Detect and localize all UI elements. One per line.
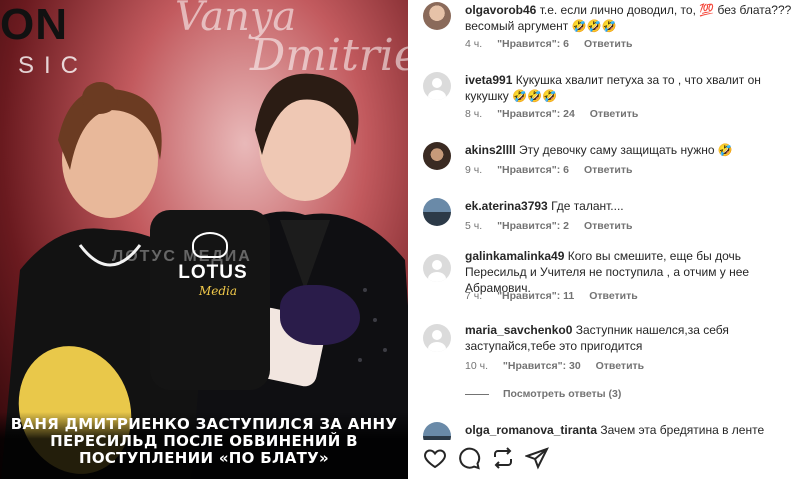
post-media[interactable]: ON SIC Vanya Dmitrienko LOTUS Media ЛОТУ… xyxy=(0,0,408,479)
comment-meta: 9 ч. "Нравится": 6 Ответить xyxy=(465,164,644,176)
comment-body: olga_romanova_tiranta Зачем эта бредятин… xyxy=(465,422,795,438)
avatar[interactable] xyxy=(423,72,451,100)
comment-time: 4 ч. xyxy=(465,38,483,50)
comments-list[interactable]: olgavorob46 т.е. если лично доводил, то,… xyxy=(408,0,800,440)
heart-icon[interactable] xyxy=(423,446,447,470)
comment-text: Где талант.... xyxy=(551,199,624,213)
comment-likes[interactable]: "Нравится": 24 xyxy=(497,108,575,120)
comment-meta: 7 ч. "Нравится": 11 Ответить xyxy=(465,290,650,302)
comment-username[interactable]: maria_savchenko0 xyxy=(465,323,572,337)
view-replies-label: Посмотреть ответы (3) xyxy=(503,388,622,400)
comment-likes[interactable]: "Нравится": 6 xyxy=(497,38,569,50)
divider xyxy=(465,393,489,395)
comment-body: maria_savchenko0 Заступник нашелся,за се… xyxy=(465,322,795,354)
comment-username[interactable]: olgavorob46 xyxy=(465,3,536,17)
brand-logo-text: ON xyxy=(0,0,68,49)
comment-likes[interactable]: "Нравится": 2 xyxy=(497,220,569,232)
comment-icon[interactable] xyxy=(457,446,481,470)
comment-likes[interactable]: "Нравится": 11 xyxy=(497,290,574,302)
comment-username[interactable]: ek.aterina3793 xyxy=(465,199,548,213)
view-replies-button[interactable]: Посмотреть ответы (3) xyxy=(465,388,621,400)
comment-username[interactable]: olga_romanova_tiranta xyxy=(465,423,597,437)
comment-time: 10 ч. xyxy=(465,360,488,372)
comment-time: 8 ч. xyxy=(465,108,483,120)
comment-time: 9 ч. xyxy=(465,164,483,176)
watermark: ЛОТУС МЕДИА xyxy=(112,248,252,265)
repost-icon[interactable] xyxy=(491,446,515,470)
mic-brand-sublabel: Media xyxy=(198,284,238,298)
comment-body: olgavorob46 т.е. если лично доводил, то,… xyxy=(465,2,795,34)
comment-likes[interactable]: "Нравится": 6 xyxy=(497,164,569,176)
avatar[interactable] xyxy=(423,142,451,170)
comment-text: Эту девочку саму защищать нужно 🤣 xyxy=(519,143,733,157)
post-caption: ВАНЯ ДМИТРИЕНКО ЗАСТУПИЛСЯ ЗА АННУ ПЕРЕС… xyxy=(10,415,398,467)
comment-meta: 10 ч. "Нравится": 30 Ответить xyxy=(465,360,656,372)
avatar[interactable] xyxy=(423,422,451,440)
comment-meta: 5 ч. "Нравится": 2 Ответить xyxy=(465,220,644,232)
reply-button[interactable]: Ответить xyxy=(596,360,645,372)
comment-meta: 4 ч. "Нравится": 6 Ответить xyxy=(465,38,644,50)
reply-button[interactable]: Ответить xyxy=(590,108,639,120)
avatar[interactable] xyxy=(423,2,451,30)
comment-time: 5 ч. xyxy=(465,220,483,232)
comment-body: ek.aterina3793 Где талант.... xyxy=(465,198,795,214)
send-icon[interactable] xyxy=(524,446,549,470)
reply-button[interactable]: Ответить xyxy=(584,164,633,176)
comment-body: galinkamalinka49 Кого вы смешите, еще бы… xyxy=(465,248,795,296)
comment-text: Зачем эта бредятина в ленте xyxy=(600,423,765,437)
reply-button[interactable]: Ответить xyxy=(584,220,633,232)
reply-button[interactable]: Ответить xyxy=(584,38,633,50)
comment-likes[interactable]: "Нравится": 30 xyxy=(503,360,581,372)
reply-button[interactable]: Ответить xyxy=(589,290,638,302)
avatar[interactable] xyxy=(423,198,451,226)
avatar[interactable] xyxy=(423,324,451,352)
comment-time: 7 ч. xyxy=(465,290,483,302)
avatar[interactable] xyxy=(423,254,451,282)
comment-username[interactable]: akins2llll xyxy=(465,143,516,157)
comment-username[interactable]: galinkamalinka49 xyxy=(465,249,564,263)
post-action-bar xyxy=(408,440,800,479)
comment-username[interactable]: iveta991 xyxy=(465,73,512,87)
comment-meta: 8 ч. "Нравится": 24 Ответить xyxy=(465,108,650,120)
comment-body: akins2llll Эту девочку саму защищать нуж… xyxy=(465,142,795,158)
comment-body: iveta991 Кукушка хвалит петуха за то , ч… xyxy=(465,72,795,104)
